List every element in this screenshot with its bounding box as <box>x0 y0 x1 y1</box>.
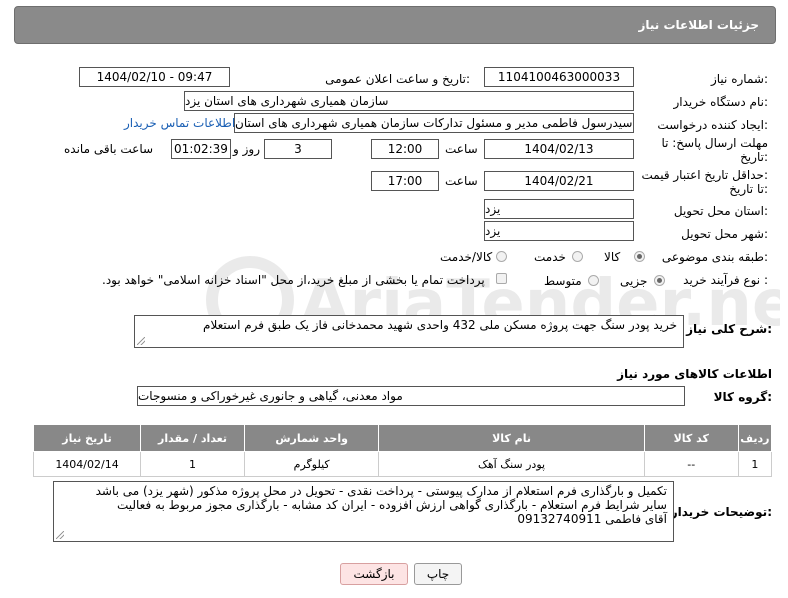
page-header: جزئیات اطلاعات نیاز <box>14 6 776 44</box>
need-number-label: شماره نیاز: <box>710 72 768 86</box>
deadline-label: مهلت ارسال پاسخ: تا <box>661 136 768 150</box>
process-radio-minor[interactable] <box>654 275 665 286</box>
description-text: خرید پودر سنگ جهت پروژه مسکن ملی 432 واح… <box>203 318 677 332</box>
deadline-date-field: 1404/02/13 <box>484 139 634 159</box>
creator-label: ایجاد کننده درخواست: <box>657 118 768 132</box>
category-option-goods-service: کالا/خدمت <box>440 250 493 264</box>
buyer-notes-line-2: سایر شرایط فرم استعلام - بارگذاری گواهی … <box>116 498 667 512</box>
cell-row: 1 <box>737 451 773 477</box>
process-option-medium: متوسط <box>544 274 582 288</box>
announce-label: تاریخ و ساعت اعلان عمومی: <box>325 72 470 86</box>
city-label: شهر محل تحویل: <box>681 227 768 241</box>
buyer-notes-field: تکمیل و بارگذاری فرم استعلام از مدارک پی… <box>53 481 674 542</box>
cell-unit: کیلوگرم <box>244 451 380 477</box>
cell-date: 1404/02/14 <box>32 451 142 477</box>
goods-table-header: ردیف کد کالا نام کالا واحد شمارش تعداد /… <box>32 424 773 452</box>
process-option-minor: جزیی <box>620 274 648 288</box>
deadline-label-2: تاریخ: <box>740 150 768 164</box>
print-button[interactable]: چاپ <box>414 563 462 585</box>
payment-note: پرداخت تمام یا بخشی از مبلغ خرید،از محل … <box>102 273 485 287</box>
category-option-service: خدمت <box>534 250 566 264</box>
col-qty: تعداد / مقدار <box>140 424 246 452</box>
creator-field: سیدرسول فاطمی مدیر و مسئول تدارکات سازما… <box>234 113 634 133</box>
deadline-time-field: 12:00 <box>371 139 439 159</box>
goods-table: ردیف کد کالا نام کالا واحد شمارش تعداد /… <box>32 424 773 477</box>
cell-code: -- <box>643 451 739 477</box>
process-label: نوع فرآیند خرید : <box>683 273 768 287</box>
cell-qty: 1 <box>140 451 246 477</box>
need-number-field: 1104100463000033 <box>484 67 634 87</box>
back-button[interactable]: بازگشت <box>340 563 408 585</box>
days-label: روز و <box>233 142 260 156</box>
buyer-org-field: سازمان همیاری شهرداری های استان یزد <box>184 91 634 111</box>
validity-label: حداقل تاریخ اعتبار قیمت: <box>641 168 768 182</box>
province-label: استان محل تحویل: <box>673 204 768 218</box>
buyer-org-label: نام دستگاه خریدار: <box>673 95 769 109</box>
description-field: خرید پودر سنگ جهت پروژه مسکن ملی 432 واح… <box>134 315 684 348</box>
buyer-notes-label: توضیحات خریدار: <box>670 505 772 519</box>
category-radio-goods[interactable] <box>634 251 645 262</box>
announce-field: 1404/02/10 - 09:47 <box>79 67 230 87</box>
col-row: ردیف <box>737 424 773 452</box>
validity-time-label: ساعت <box>445 174 478 188</box>
category-option-goods: کالا <box>604 250 621 264</box>
process-radio-medium[interactable] <box>588 275 599 286</box>
contact-buyer-link[interactable]: اطلاعات تماس خریدار <box>124 116 235 130</box>
description-label: شرح کلی نیاز: <box>686 322 772 336</box>
resize-grip-icon[interactable] <box>137 337 145 345</box>
buyer-notes-line-3: آقای فاطمی 09132740911 <box>517 512 667 526</box>
cell-name: پودر سنگ آهک <box>378 451 645 477</box>
buyer-notes-line-1: تکمیل و بارگذاری فرم استعلام از مدارک پی… <box>95 484 667 498</box>
goods-section-title: اطلاعات کالاهای مورد نیاز <box>617 367 772 381</box>
validity-label-2: تا تاریخ: <box>729 182 768 196</box>
category-radio-goods-service[interactable] <box>496 251 507 262</box>
goods-group-label: گروه کالا: <box>713 390 772 404</box>
validity-time-field: 17:00 <box>371 171 439 191</box>
col-date: تاریخ نیاز <box>32 424 142 452</box>
remaining-time-field: 01:02:39 <box>171 139 231 159</box>
resize-grip-icon[interactable] <box>56 531 64 539</box>
page-title: جزئیات اطلاعات نیاز <box>638 18 759 32</box>
col-code: کد کالا <box>643 424 739 452</box>
col-unit: واحد شمارش <box>244 424 380 452</box>
table-row: 1 -- پودر سنگ آهک کیلوگرم 1 1404/02/14 <box>32 451 773 477</box>
remaining-label: ساعت باقی مانده <box>64 142 154 156</box>
city-field: یزد <box>484 221 634 241</box>
category-label: طبقه بندی موضوعی: <box>661 250 768 264</box>
col-name: نام کالا <box>378 424 645 452</box>
category-radio-service[interactable] <box>572 251 583 262</box>
validity-date-field: 1404/02/21 <box>484 171 634 191</box>
days-field: 3 <box>264 139 332 159</box>
deadline-time-label: ساعت <box>445 142 478 156</box>
treasury-checkbox[interactable] <box>496 273 507 284</box>
province-field: یزد <box>484 199 634 219</box>
goods-group-field: مواد معدنی، گیاهی و جانوری غیرخوراکی و م… <box>137 386 685 406</box>
